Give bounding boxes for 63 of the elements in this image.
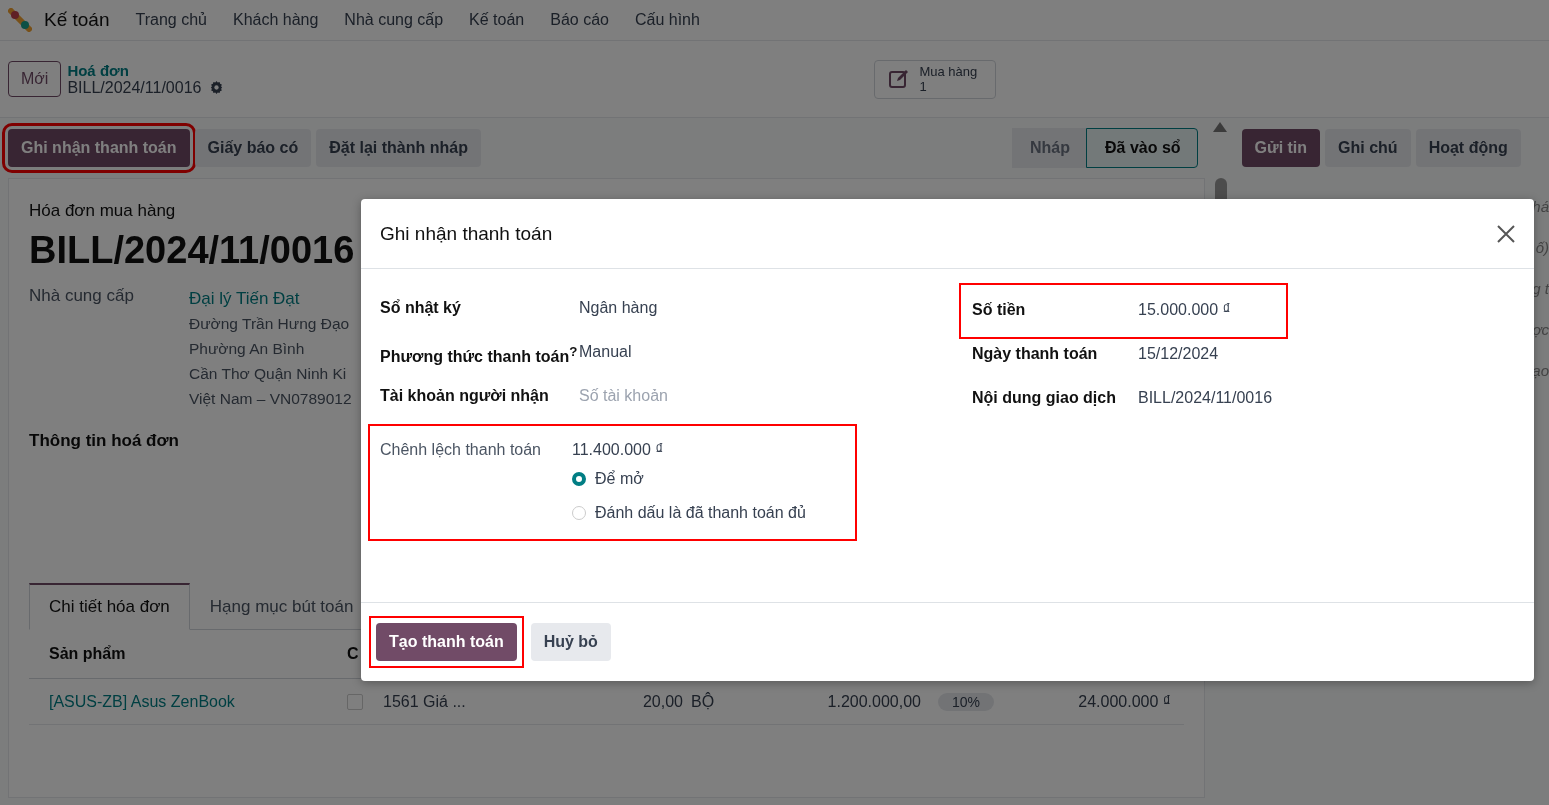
action-button[interactable]: Đặt lại thành nháp [316, 129, 481, 167]
chatter-button[interactable]: Ghi chú [1325, 129, 1411, 167]
gear-icon[interactable] [209, 80, 225, 95]
status-stage[interactable]: Đã vào sổ [1086, 128, 1198, 168]
checkbox[interactable] [347, 693, 363, 710]
new-button[interactable]: Mới [8, 61, 62, 97]
menu-item[interactable]: Báo cáo [550, 11, 609, 29]
tax-tag: 10% [938, 692, 994, 711]
action-button[interactable]: Giấy báo có [194, 129, 312, 167]
close-icon[interactable] [1496, 223, 1516, 244]
table-cell-text: 1.200.000,00 [826, 692, 921, 711]
status-stage[interactable]: Nháp [1012, 128, 1086, 168]
form-title: BILL/2024/11/0016 [29, 229, 355, 272]
field-label: Sổ nhật ký [380, 298, 462, 318]
field-label: Phương thức thanh toán$^{?}$ [380, 343, 579, 368]
address-line: Đường Trần Hưng Đạo [189, 314, 351, 334]
address-line: Phường An Bình [189, 339, 306, 359]
table-cell-text: 20,00 [641, 692, 683, 711]
column-header[interactable]: Sản phẩm [29, 645, 347, 663]
section-title: Thông tin hoá đơn [29, 431, 179, 451]
radio-label[interactable]: Đánh dấu là đã thanh toán đủ [595, 504, 806, 522]
table-cell-text: 24.000.000 ₫ [1077, 692, 1171, 711]
record-name: BILL/2024/11/0016 [67, 78, 202, 97]
chatter-text: ố) [1535, 239, 1549, 256]
purchase-smart-button[interactable]: Mua hàng 1 [874, 59, 997, 99]
form-subtitle: Hóa đơn mua hàng [29, 201, 177, 221]
notebook-tab[interactable]: Hạng mục bút toán [189, 583, 374, 630]
app-logo-icon[interactable] [8, 8, 32, 32]
field-label: Ngày thanh toán [972, 344, 1099, 364]
radio-button[interactable] [572, 472, 586, 486]
table-cell-text: BỘ [691, 692, 716, 711]
address-line: Cần Thơ Quận Ninh Ki [189, 364, 348, 384]
menu-item[interactable]: Khách hàng [232, 11, 319, 29]
vendor-link[interactable]: Đại lý Tiến Đạt [189, 286, 352, 311]
dialog-button[interactable]: Tạo thanh toán [376, 623, 517, 661]
scroll-up-icon[interactable] [1212, 122, 1227, 132]
product-link[interactable]: [ASUS-ZB] Asus ZenBook [29, 692, 347, 711]
menu-item[interactable]: Nhà cung cấp [344, 11, 444, 29]
address-line: Việt Nam – VN0789012 [189, 389, 352, 409]
dialog-title: Ghi nhận thanh toán [380, 222, 553, 245]
field-label: Số tiền [972, 300, 1027, 320]
menu-item[interactable]: Cấu hình [634, 11, 700, 29]
column-header[interactable]: C [347, 645, 359, 663]
breadcrumb-link[interactable]: Hoá đơn [67, 61, 225, 79]
menu-item[interactable]: Trang chủ [135, 11, 207, 29]
field-label: Tài khoản người nhận [380, 386, 550, 406]
field-value[interactable]: 15/12/2024 [1138, 333, 1219, 366]
table-cell-text: 1561 Giá ... [383, 692, 467, 711]
menu-item[interactable]: Kế toán [469, 11, 525, 29]
radio-label[interactable]: Để mở [595, 470, 644, 488]
field-label: Nhà cung cấp [29, 286, 135, 307]
field-value: 11.400.000 ₫ [572, 440, 664, 460]
dialog-button[interactable]: Huỷ bỏ [530, 623, 611, 661]
field-label: Chênh lệch thanh toán [380, 440, 542, 460]
notebook-tab[interactable]: Chi tiết hóa đơn [29, 583, 190, 630]
chatter-button[interactable]: Hoạt động [1415, 129, 1521, 167]
field-value[interactable]: Ngân hàng [579, 287, 658, 320]
chatter-button[interactable]: Gửi tin [1241, 129, 1321, 167]
field-label: Nội dung giao dịch [972, 388, 1117, 408]
field-value[interactable]: 15.000.000 ₫ [1138, 289, 1231, 322]
field-value[interactable]: BILL/2024/11/0016 [1138, 377, 1273, 410]
field-value[interactable]: Manual [579, 331, 632, 364]
app-name[interactable]: Kế toán [44, 9, 110, 31]
